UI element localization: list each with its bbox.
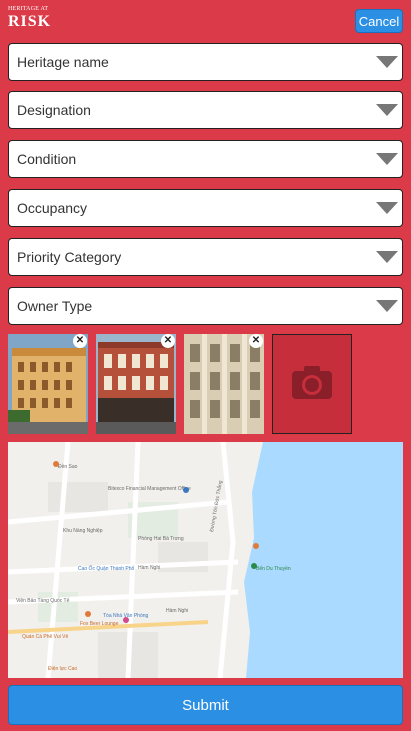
cancel-button[interactable]: Cancel: [355, 9, 403, 33]
chevron-down-icon: [376, 202, 398, 214]
field-label: Heritage name: [17, 54, 109, 70]
heritage-name-dropdown[interactable]: Heritage name: [8, 43, 403, 81]
add-photo-button[interactable]: [272, 334, 352, 434]
camera-icon: [292, 366, 332, 399]
logo-line2: RISK: [8, 13, 52, 30]
map-label: Quán Cà Phê Vui Vẻ: [22, 634, 68, 640]
field-label: Occupancy: [17, 200, 88, 216]
owner-type-dropdown[interactable]: Owner Type: [8, 287, 403, 325]
map-label: Hàm Nghi: [166, 608, 188, 614]
map-pin-icon: [85, 611, 91, 617]
field-label: Priority Category: [17, 249, 122, 265]
chevron-down-icon: [376, 56, 398, 68]
designation-dropdown[interactable]: Designation: [8, 91, 403, 129]
logo-line1: HERITAGE AT: [8, 6, 49, 12]
map-pin-icon: [253, 543, 259, 549]
location-map[interactable]: Đền Sao Bitexco Financial Management Off…: [8, 442, 403, 678]
map-label: Bitexco Financial Management Office: [108, 486, 191, 492]
chevron-down-icon: [376, 153, 398, 165]
map-label: Bến Du Thuyền: [256, 566, 291, 572]
priority-category-dropdown[interactable]: Priority Category: [8, 238, 403, 276]
submit-button[interactable]: Submit: [8, 685, 403, 725]
map-pin-icon: [251, 563, 257, 569]
photo-thumbnail[interactable]: [184, 334, 264, 434]
map-pin-icon: [53, 461, 59, 467]
map-label: Đền Sao: [58, 464, 78, 470]
chevron-down-icon: [376, 300, 398, 312]
map-label: Cao Ốc Quận Thành Phố: [78, 565, 135, 572]
photo-thumbnail[interactable]: [96, 334, 176, 434]
remove-photo-2-icon[interactable]: ✕: [161, 334, 175, 348]
field-label: Condition: [17, 151, 77, 167]
field-label: Designation: [17, 102, 91, 118]
map-pin-icon: [123, 617, 129, 623]
map-label: Hàm Nghi: [138, 565, 160, 571]
photo-thumbnail[interactable]: [8, 334, 88, 434]
map-label: Khu Nàng Nghiệp: [63, 528, 103, 534]
chevron-down-icon: [376, 251, 398, 263]
remove-photo-1-icon[interactable]: ✕: [73, 334, 87, 348]
remove-photo-3-icon[interactable]: ✕: [249, 334, 263, 348]
map-pin-icon: [183, 487, 189, 493]
map-label: Điện lực Cao: [48, 666, 77, 672]
map-label: Fox Beer Lounge: [80, 621, 119, 627]
app-logo: HERITAGE AT RISK: [8, 6, 52, 36]
condition-dropdown[interactable]: Condition: [8, 140, 403, 178]
field-label: Owner Type: [17, 298, 93, 314]
chevron-down-icon: [376, 104, 398, 116]
map-label: Viện Bảo Tàng Quốc Tế: [16, 598, 70, 604]
map-label: Phòng Hai Bà Trưng: [138, 536, 184, 542]
occupancy-dropdown[interactable]: Occupancy: [8, 189, 403, 227]
